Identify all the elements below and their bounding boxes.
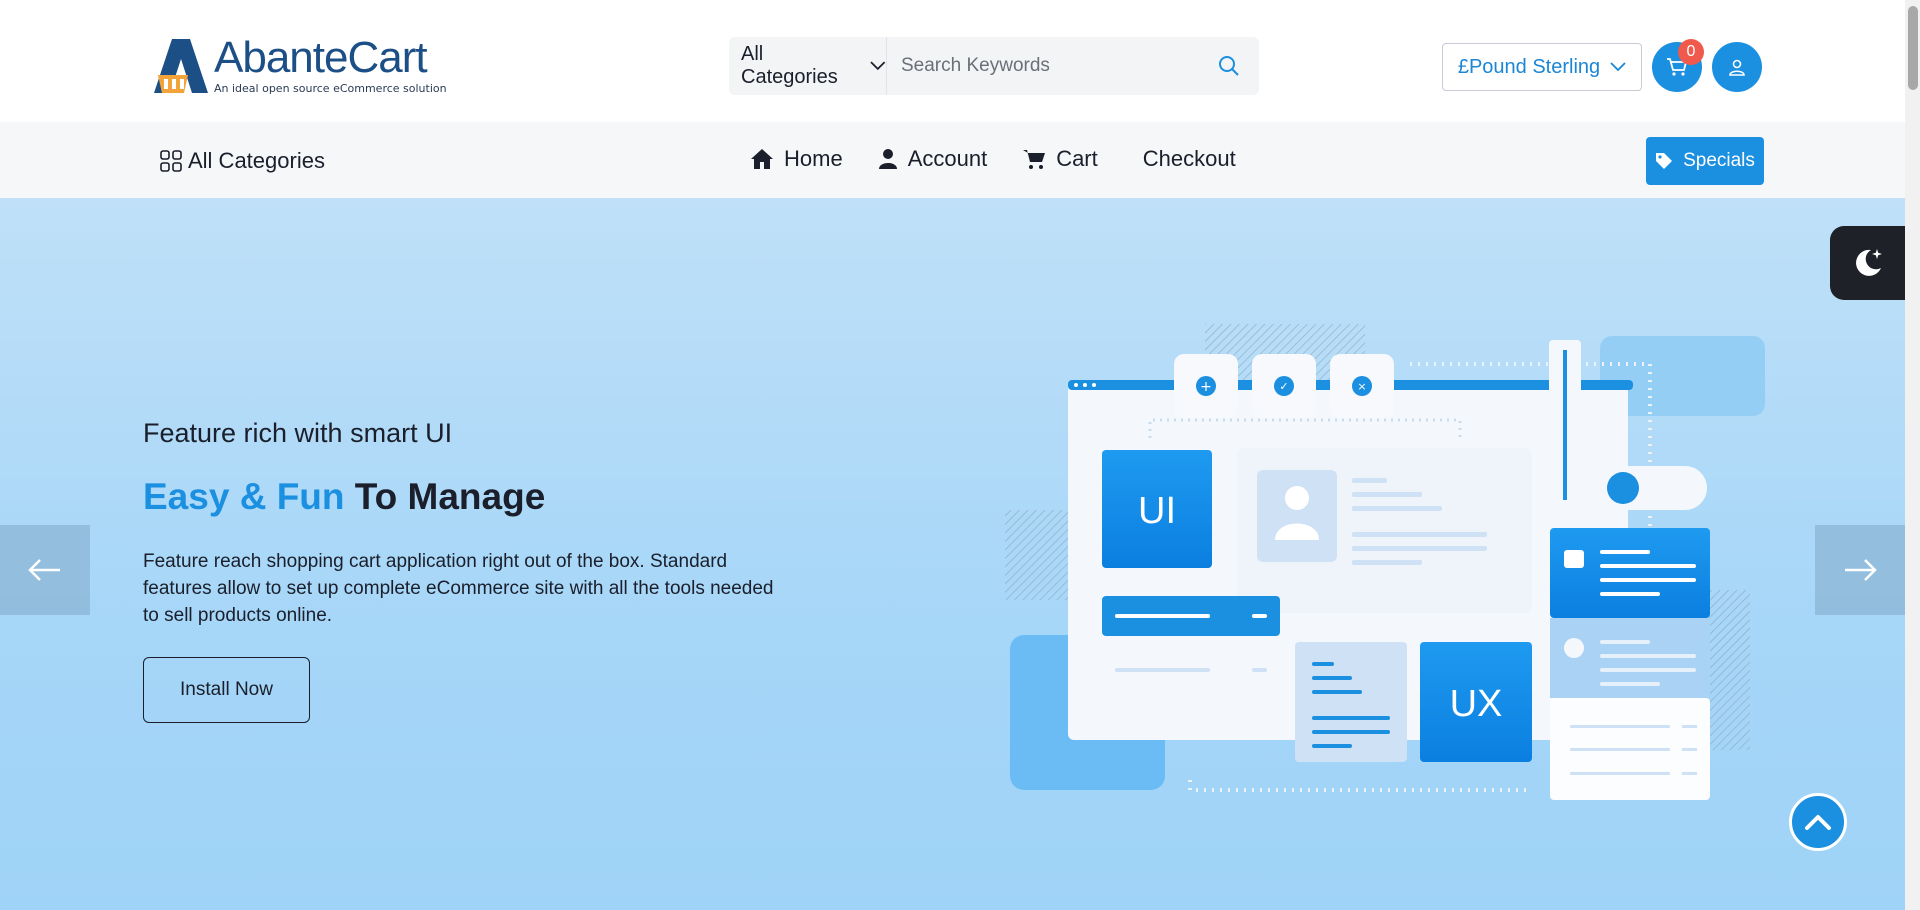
logo-tagline: An ideal open source eCommerce solution xyxy=(214,82,447,95)
nav-cart-label: Cart xyxy=(1056,146,1098,171)
hero-subtitle: Feature rich with smart UI xyxy=(143,418,453,448)
specials-button[interactable]: Specials xyxy=(1646,137,1764,185)
hero-slider: Feature rich with smart UI Easy & Fun To… xyxy=(0,198,1905,910)
chevron-up-icon xyxy=(1805,815,1831,830)
site-header: AbanteCart An ideal open source eCommerc… xyxy=(0,0,1905,122)
site-logo[interactable]: AbanteCart An ideal open source eCommerc… xyxy=(150,36,447,95)
hero-title-accent: Easy & Fun xyxy=(143,476,345,517)
back-to-top-button[interactable] xyxy=(1789,793,1847,851)
svg-text:+: + xyxy=(1200,379,1212,395)
slider-prev-button[interactable] xyxy=(0,525,90,615)
search-category-select[interactable]: All Categories xyxy=(729,37,887,95)
nav-home[interactable]: Home xyxy=(750,146,843,172)
logo-mark-icon xyxy=(150,37,210,95)
nav-account[interactable]: Account xyxy=(878,146,988,172)
grid-icon xyxy=(160,150,182,172)
home-icon xyxy=(751,149,773,169)
chevron-down-icon xyxy=(870,61,886,71)
moon-icon xyxy=(1855,249,1882,276)
nav-all-categories[interactable]: All Categories xyxy=(160,148,325,174)
account-button[interactable] xyxy=(1712,42,1762,92)
user-icon xyxy=(1729,59,1745,76)
page-scrollbar[interactable] xyxy=(1905,0,1920,910)
currency-select[interactable]: £Pound Sterling xyxy=(1442,43,1642,91)
search-bar: All Categories xyxy=(729,37,1259,95)
svg-text:×: × xyxy=(1357,380,1366,393)
user-icon xyxy=(878,149,897,169)
chevron-down-icon xyxy=(1610,62,1626,72)
arrow-left-icon xyxy=(28,559,60,581)
nav-checkout-label: Checkout xyxy=(1142,146,1236,171)
svg-text:✓: ✓ xyxy=(1279,380,1288,393)
hero-title-rest: To Manage xyxy=(344,476,546,517)
slider-next-button[interactable] xyxy=(1815,525,1905,615)
specials-label: Specials xyxy=(1683,150,1755,171)
illustration-ui-label: UI xyxy=(1138,490,1176,532)
main-nav: All Categories Home Account Cart Checkou… xyxy=(0,122,1905,198)
arrow-right-icon xyxy=(1845,559,1877,581)
tag-icon xyxy=(1656,153,1673,169)
hero-title: Easy & Fun To Manage xyxy=(143,476,545,518)
nav-cart[interactable]: Cart xyxy=(1022,146,1098,172)
dark-mode-toggle[interactable] xyxy=(1830,226,1905,300)
scrollbar-thumb[interactable] xyxy=(1908,6,1918,90)
search-button[interactable] xyxy=(1199,37,1259,95)
hero-illustration: + ✓ × UI UX xyxy=(990,310,1790,835)
nav-all-categories-label: All Categories xyxy=(188,148,325,173)
cart-count-badge: 0 xyxy=(1678,39,1704,65)
search-input[interactable] xyxy=(887,37,1199,95)
currency-label: £Pound Sterling xyxy=(1457,55,1601,78)
install-now-button[interactable]: Install Now xyxy=(143,657,310,723)
logo-name: AbanteCart xyxy=(214,33,428,82)
nav-account-label: Account xyxy=(907,146,988,171)
search-category-label: All Categories xyxy=(741,43,838,88)
illustration-ux-label: UX xyxy=(1450,683,1503,725)
search-icon xyxy=(1219,56,1239,76)
nav-home-label: Home xyxy=(784,146,843,171)
cart-icon xyxy=(1023,150,1046,169)
hero-description: Feature reach shopping cart application … xyxy=(143,551,774,626)
nav-checkout[interactable]: Checkout xyxy=(1143,146,1236,172)
